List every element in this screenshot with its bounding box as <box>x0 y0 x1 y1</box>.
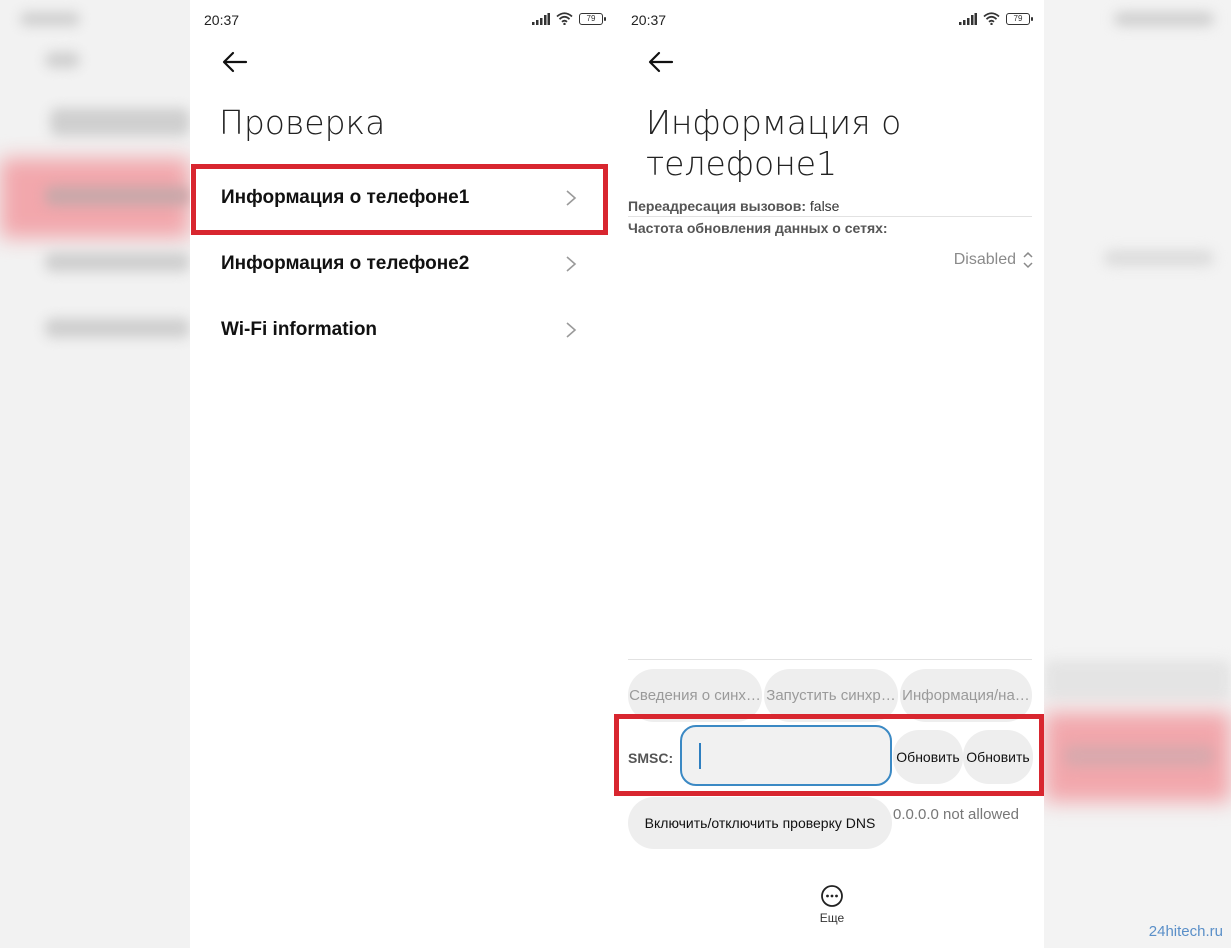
chevron-right-icon <box>566 256 577 272</box>
menu-item-label: Информация о телефоне2 <box>221 253 470 274</box>
up-down-arrows-icon <box>1023 251 1033 269</box>
background-left <box>0 0 190 948</box>
status-time: 20:37 <box>631 12 667 28</box>
page-title-line-2: телефоне1 <box>646 144 838 183</box>
page-title-line-1: Информация о <box>646 103 902 142</box>
divider <box>628 216 1032 217</box>
highlight-frame <box>191 164 608 235</box>
divider <box>628 659 1032 660</box>
more-label: Еще <box>819 911 845 925</box>
dns-value: 0.0.0.0 not allowed <box>893 806 1019 823</box>
page-title: Проверка <box>219 103 386 142</box>
call-forward-label: Переадресация вызовов: <box>628 198 806 214</box>
refresh-rate-select[interactable]: Disabled <box>954 250 1034 270</box>
background-right <box>1044 0 1231 948</box>
call-forward-row: Переадресация вызовов: false <box>628 198 839 214</box>
back-arrow-icon[interactable] <box>646 48 676 76</box>
right-screen: 20:37 79 Информация о телефоне1 Переадре… <box>614 0 1044 948</box>
status-icons: 79 <box>532 12 606 25</box>
battery-icon: 79 <box>579 12 606 25</box>
call-forward-value: false <box>809 198 840 214</box>
status-time: 20:37 <box>204 12 240 28</box>
back-arrow-icon[interactable] <box>220 48 250 76</box>
more-dots-icon <box>821 885 843 907</box>
battery-icon: 79 <box>1006 12 1033 25</box>
status-bar: 20:37 79 <box>617 10 1044 30</box>
signal-icon <box>532 12 550 25</box>
refresh-rate-label: Частота обновления данных о сетях: <box>628 220 888 236</box>
refresh-rate-row: Частота обновления данных о сетях: <box>628 220 888 236</box>
refresh-rate-value: Disabled <box>953 251 1016 268</box>
more-button[interactable]: Еще <box>817 884 847 925</box>
menu-item-phone-info-2[interactable]: Информация о телефоне2 <box>190 231 607 297</box>
menu-item-label: Wi-Fi information <box>221 319 378 340</box>
left-screen: 20:37 79 Проверка Информация о телефоне1… <box>190 0 617 948</box>
wifi-icon <box>556 12 573 25</box>
signal-icon <box>959 12 977 25</box>
watermark: 24hitech.ru <box>1148 923 1223 940</box>
menu-item-wifi-info[interactable]: Wi-Fi information <box>190 297 607 363</box>
highlight-frame <box>614 714 1044 796</box>
status-icons: 79 <box>959 12 1033 25</box>
wifi-icon <box>983 12 1000 25</box>
chevron-right-icon <box>566 322 577 338</box>
dns-check-toggle-button[interactable]: Включить/отключить проверку DNS <box>628 797 892 849</box>
status-bar: 20:37 79 <box>190 10 617 30</box>
